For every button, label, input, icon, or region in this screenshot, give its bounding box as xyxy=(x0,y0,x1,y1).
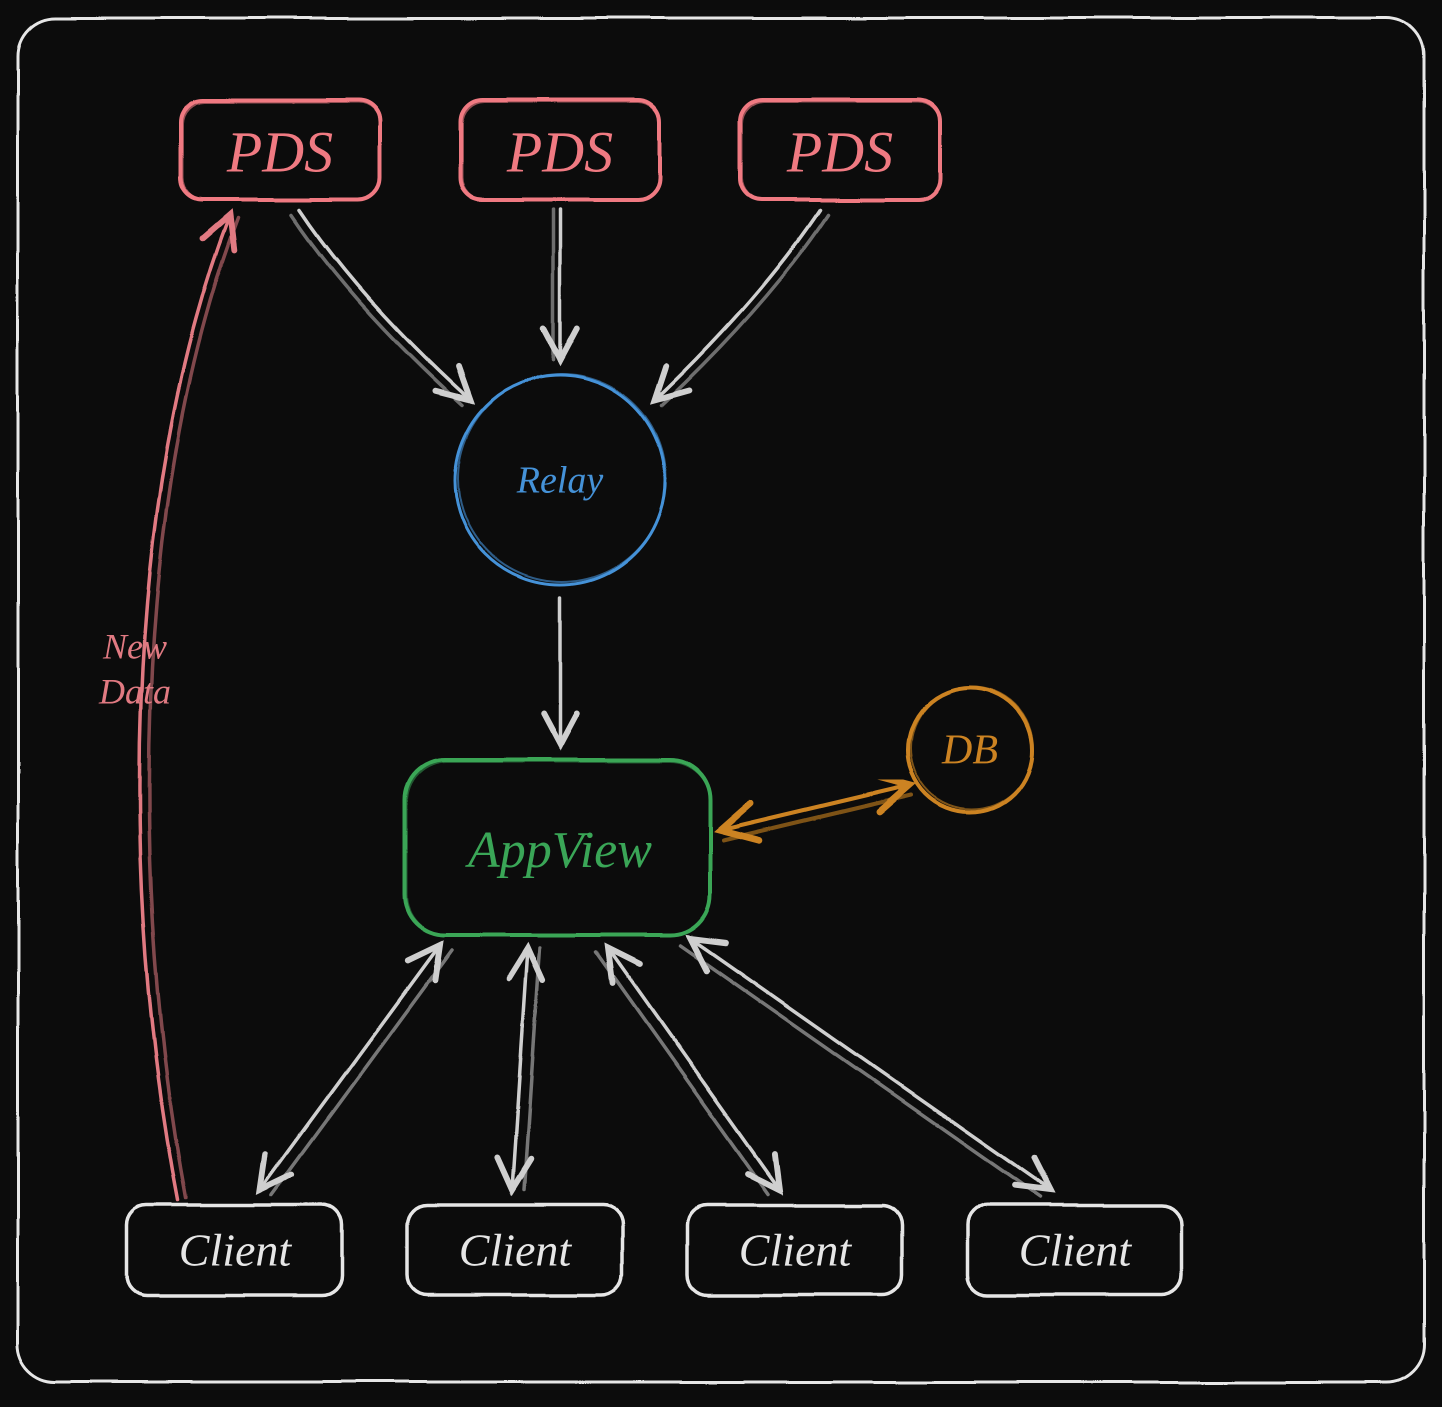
label-client-3: Client xyxy=(739,1225,853,1276)
label-client-1: Client xyxy=(179,1225,293,1276)
label-client-4: Client xyxy=(1019,1225,1133,1276)
label-pds-1: PDS xyxy=(226,119,333,184)
label-appview: AppView xyxy=(465,822,652,879)
edge-label-newdata-2: Data xyxy=(98,671,171,711)
label-relay: Relay xyxy=(516,460,604,502)
label-client-2: Client xyxy=(459,1225,573,1276)
label-pds-3: PDS xyxy=(786,119,893,184)
edge-label-newdata-1: New xyxy=(102,626,167,666)
label-pds-2: PDS xyxy=(506,119,613,184)
label-db: DB xyxy=(941,728,998,774)
